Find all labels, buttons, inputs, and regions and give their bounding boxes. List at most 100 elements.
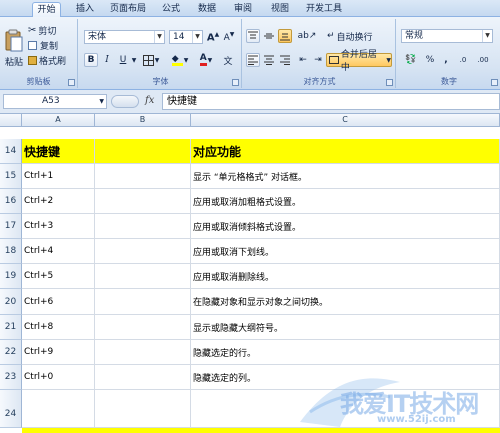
formula-input[interactable]: 快捷键 xyxy=(162,93,500,110)
row-header[interactable]: 15 xyxy=(0,164,22,189)
chevron-down-icon: ▼ xyxy=(386,56,391,64)
function-cell[interactable]: 在隐藏对象和显示对象之间切换。 xyxy=(191,289,500,315)
empty-cell[interactable] xyxy=(95,365,191,390)
align-bottom-button[interactable] xyxy=(278,29,292,43)
empty-cell[interactable] xyxy=(95,264,191,289)
header-cell-shortcut[interactable]: 快捷键 xyxy=(22,139,95,164)
row-header[interactable]: 24 xyxy=(0,390,22,428)
font-launcher-icon[interactable] xyxy=(232,79,239,86)
percent-button[interactable]: % xyxy=(423,53,437,67)
row-header[interactable]: 20 xyxy=(0,289,22,315)
font-group-label: 字体 xyxy=(152,77,169,86)
column-header-a[interactable]: A xyxy=(22,114,95,127)
empty-cell[interactable] xyxy=(95,289,191,315)
header-cell-empty[interactable] xyxy=(95,139,191,164)
borders-button[interactable]: ▼ xyxy=(140,53,162,67)
row-header[interactable]: 22 xyxy=(0,340,22,365)
format-painter-button[interactable]: 格式刷 xyxy=(27,54,75,67)
row-header[interactable]: 16 xyxy=(0,189,22,214)
function-cell[interactable]: 应用或取消倾斜格式设置。 xyxy=(191,214,500,239)
function-cell[interactable]: 应用或取消加粗格式设置。 xyxy=(191,189,500,214)
tab-insert[interactable]: 插入 xyxy=(71,2,99,17)
italic-button[interactable]: I xyxy=(100,53,114,67)
font-size-select[interactable]: 14 ▼ xyxy=(169,30,203,44)
row-header[interactable]: 18 xyxy=(0,239,22,264)
underline-dropdown[interactable]: ▼ xyxy=(130,53,138,67)
row-header[interactable]: 17 xyxy=(0,214,22,239)
row-header[interactable]: 23 xyxy=(0,365,22,390)
align-right-button[interactable] xyxy=(278,53,292,67)
number-format-select[interactable]: 常规 ▼ xyxy=(401,29,493,43)
select-all-corner[interactable] xyxy=(0,114,22,127)
underline-button[interactable]: U xyxy=(116,53,130,67)
empty-cell[interactable] xyxy=(95,239,191,264)
comma-style-button[interactable]: , xyxy=(439,53,453,67)
tab-review[interactable]: 审阅 xyxy=(229,2,257,17)
empty-cell[interactable] xyxy=(95,189,191,214)
accounting-format-button[interactable]: 💱 xyxy=(401,53,421,67)
shortcut-cell[interactable]: Ctrl+2 xyxy=(22,189,95,214)
font-name-select[interactable]: 宋体 ▼ xyxy=(84,30,165,44)
font-color-button[interactable]: A ▼ xyxy=(194,53,218,67)
shortcut-cell[interactable]: Ctrl+4 xyxy=(22,239,95,264)
column-header-b[interactable]: B xyxy=(95,114,191,127)
name-box[interactable]: A53 ▼ xyxy=(3,94,107,109)
header-cell-function[interactable]: 对应功能 xyxy=(191,139,500,164)
tab-formulas[interactable]: 公式 xyxy=(157,2,185,17)
phonetic-button[interactable]: 文 xyxy=(220,53,236,67)
wrap-text-button[interactable]: ↵ 自动换行 xyxy=(326,29,392,43)
tab-view[interactable]: 视图 xyxy=(266,2,294,17)
empty-cell[interactable] xyxy=(95,214,191,239)
row-header[interactable]: 19 xyxy=(0,264,22,289)
number-launcher-icon[interactable] xyxy=(491,79,498,86)
shortcut-cell[interactable]: Ctrl+9 xyxy=(22,340,95,365)
increase-font-size-button[interactable]: A▲ xyxy=(206,30,220,44)
column-header-c[interactable]: C xyxy=(191,114,500,127)
shortcut-cell[interactable]: Ctrl+3 xyxy=(22,214,95,239)
shortcut-cell[interactable]: Ctrl+8 xyxy=(22,315,95,340)
align-middle-button[interactable] xyxy=(262,29,276,43)
empty-cell[interactable] xyxy=(95,315,191,340)
decrease-indent-button[interactable]: ⇤ xyxy=(296,53,310,67)
align-left-button[interactable] xyxy=(246,53,260,67)
increase-decimal-button[interactable]: .0 xyxy=(455,53,471,67)
tab-data[interactable]: 数据 xyxy=(193,2,221,17)
decrease-font-size-button[interactable]: A▼ xyxy=(222,30,236,44)
clipboard-launcher-icon[interactable] xyxy=(68,79,75,86)
alignment-launcher-icon[interactable] xyxy=(386,79,393,86)
function-cell[interactable]: 显示或隐藏大纲符号。 xyxy=(191,315,500,340)
tab-page-layout[interactable]: 页面布局 xyxy=(106,2,150,17)
orientation-button[interactable]: ab↗ xyxy=(296,29,318,43)
align-center-button[interactable] xyxy=(262,53,276,67)
insert-function-icon[interactable]: fx xyxy=(145,94,157,109)
cut-button[interactable]: ✂ 剪切 xyxy=(27,24,73,37)
shortcut-cell[interactable]: Ctrl+5 xyxy=(22,264,95,289)
row-header[interactable]: 21 xyxy=(0,315,22,340)
copy-button[interactable]: 复制 xyxy=(27,39,73,52)
shortcut-cell[interactable] xyxy=(22,390,95,428)
merge-center-button[interactable]: 合并后居中 ▼ xyxy=(326,50,392,73)
merge-cells-icon xyxy=(329,56,339,64)
function-cell[interactable]: 显示 “单元格格式” 对话框。 xyxy=(191,164,500,189)
shortcut-cell[interactable]: Ctrl+6 xyxy=(22,289,95,315)
shortcut-cell[interactable]: Ctrl+1 xyxy=(22,164,95,189)
shortcut-cell[interactable]: Ctrl+0 xyxy=(22,365,95,390)
tab-developer[interactable]: 开发工具 xyxy=(302,2,346,17)
paste-button[interactable]: 粘贴 xyxy=(3,22,25,74)
decrease-decimal-button[interactable]: .00 xyxy=(473,53,493,67)
fill-color-button[interactable]: ◆ ▼ xyxy=(168,53,192,67)
merge-center-label: 合并后居中 xyxy=(340,50,377,73)
row-header[interactable]: 14 xyxy=(0,139,22,164)
bold-button[interactable]: B xyxy=(84,53,98,67)
empty-cell[interactable] xyxy=(95,390,191,428)
formula-splitter[interactable] xyxy=(111,95,139,108)
function-cell[interactable]: 隐藏选定的行。 xyxy=(191,340,500,365)
empty-cell[interactable] xyxy=(95,164,191,189)
increase-indent-button[interactable]: ⇥ xyxy=(311,53,325,67)
align-top-button[interactable] xyxy=(246,29,260,43)
tab-home[interactable]: 开始 xyxy=(32,2,61,17)
empty-cell[interactable] xyxy=(95,340,191,365)
copy-label: 复制 xyxy=(40,41,59,52)
function-cell[interactable]: 应用或取消删除线。 xyxy=(191,264,500,289)
function-cell[interactable]: 应用或取消下划线。 xyxy=(191,239,500,264)
